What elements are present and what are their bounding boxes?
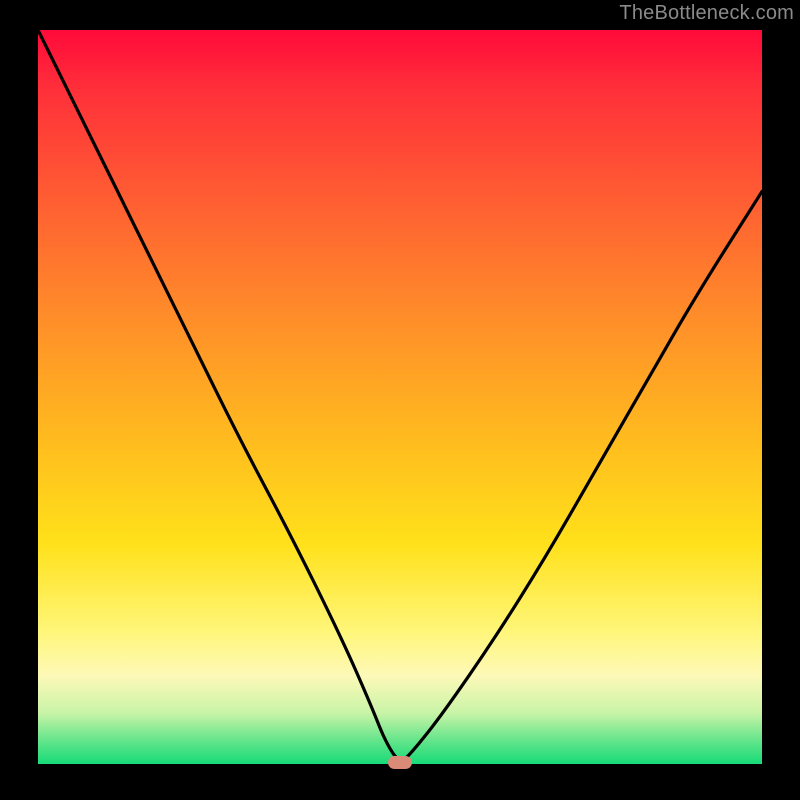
optimal-point-marker (388, 756, 412, 769)
chart-frame: TheBottleneck.com (0, 0, 800, 800)
watermark-text: TheBottleneck.com (619, 2, 794, 25)
plot-area (38, 30, 762, 764)
bottleneck-curve (38, 30, 762, 764)
